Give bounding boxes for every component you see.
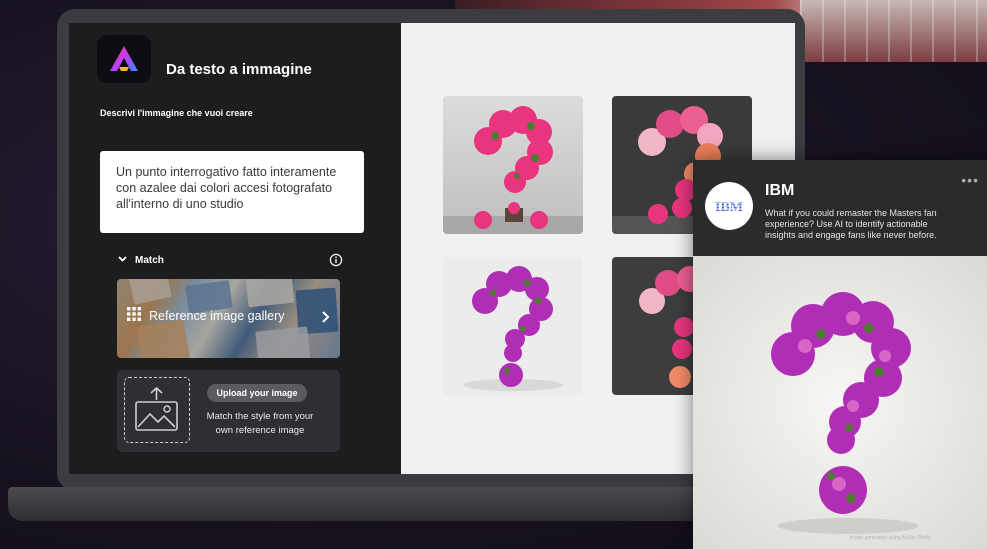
ibm-ad-card[interactable]: IBM IBM What if you could remaster the M… <box>693 160 987 549</box>
reference-gallery-button[interactable]: Reference image gallery <box>117 279 340 358</box>
upload-image-button[interactable]: Upload your image <box>207 384 307 402</box>
ibm-logo: IBM <box>705 182 753 230</box>
gallery-label: Reference image gallery <box>149 308 285 323</box>
ad-hero-image <box>693 256 987 549</box>
prompt-line: all'interno di uno studio <box>116 197 244 211</box>
upload-card: Upload your image Match the style from y… <box>117 370 340 452</box>
prompt-line: con azalee dai colori accesi fotografato <box>116 181 333 195</box>
popup-header: IBM IBM What if you could remaster the M… <box>693 160 987 256</box>
image-credit: Image generated using Adobe Firefly <box>849 535 931 541</box>
adobe-express-logo-icon <box>97 35 151 83</box>
ad-message: What if you could remaster the Masters f… <box>765 208 937 240</box>
more-options-icon[interactable]: ••• <box>961 172 979 188</box>
chevron-right-icon <box>320 310 330 329</box>
grid-icon <box>127 307 141 324</box>
upload-description: Match the style from your own reference … <box>206 411 314 436</box>
left-panel: Da testo a immagine Descrivi l'immagine … <box>69 23 401 474</box>
generated-image-3[interactable] <box>443 257 583 395</box>
chevron-down-icon <box>117 254 128 267</box>
info-icon[interactable] <box>329 253 343 270</box>
match-label: Match <box>135 255 164 266</box>
prompt-input[interactable]: Un punto interrogativo fatto interamente… <box>100 151 364 233</box>
svg-text:IBM: IBM <box>715 200 743 215</box>
prompt-line: Un punto interrogativo fatto interamente <box>116 165 337 179</box>
app-screen: Da testo a immagine Descrivi l'immagine … <box>69 23 795 474</box>
prompt-label: Descrivi l'immagine che vuoi creare <box>100 108 253 118</box>
company-name: IBM <box>765 182 795 199</box>
image-upload-icon[interactable] <box>124 377 190 443</box>
generated-image-1[interactable] <box>443 96 583 234</box>
app-title: Da testo a immagine <box>166 61 312 78</box>
match-section-toggle[interactable]: Match <box>117 253 343 271</box>
